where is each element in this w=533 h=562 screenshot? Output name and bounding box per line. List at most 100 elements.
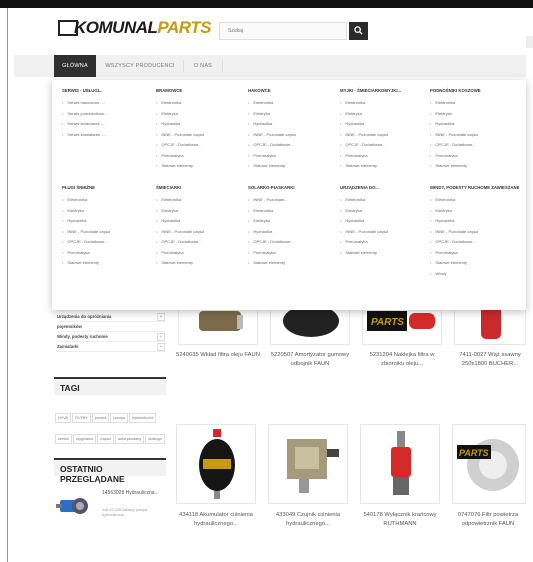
menu-column-title[interactable]: PODNOŚNIKI KOSZOWE [430, 88, 516, 94]
menu-column-title[interactable]: BRAMOWCE [156, 88, 242, 94]
menu-link[interactable]: • Hydraulika [156, 121, 242, 132]
menu-link[interactable]: • Serwis hakowców -... [62, 100, 148, 111]
menu-link[interactable]: • Stalowe elementy [430, 163, 516, 174]
tag-link[interactable]: HYVA [55, 413, 72, 423]
tag-link[interactable]: obsługa [145, 434, 165, 444]
menu-link[interactable]: • Windy [430, 271, 520, 282]
menu-link[interactable]: • Elektronika [62, 197, 148, 208]
product-image[interactable] [268, 424, 348, 504]
recent-item-title[interactable]: 14563028 Hydrauliczna... [102, 490, 159, 497]
menu-link[interactable]: • Elektryka [62, 208, 148, 219]
menu-link[interactable]: • INNE - Pozostałe części [62, 229, 148, 240]
search-input[interactable] [219, 22, 347, 40]
product-caption[interactable]: 434118 Akumulator ciśnienia hydrauliczne… [174, 511, 258, 528]
menu-link[interactable]: • Stalowe elementy [340, 250, 426, 261]
menu-link[interactable]: • INNE - Pozostałe części [248, 132, 334, 143]
nav-home[interactable]: GŁÓWNA [54, 55, 96, 77]
menu-column-title[interactable]: SOLARKO-PIASKARKI [248, 185, 334, 191]
product-caption[interactable]: 5240635 Wkład filtra oleju FAUN [176, 351, 260, 360]
product-caption[interactable]: 7411-0027 Wąż ssawny 250x1800 BUCHER... [448, 351, 532, 368]
menu-link[interactable]: • OPCJE - Dodatkowe... [62, 239, 148, 250]
tag-link[interactable]: hydrauliczna [129, 413, 157, 423]
menu-link[interactable]: • Elektronika [340, 197, 426, 208]
menu-link[interactable]: • Elektronika [430, 197, 520, 208]
menu-link[interactable]: • INNE - Pozostałe części [340, 132, 426, 143]
menu-link[interactable]: • INNE - Pozostałe części [156, 229, 242, 240]
menu-link[interactable]: • Elektryka [156, 111, 242, 122]
tag-link[interactable]: serwis [55, 434, 72, 444]
menu-link[interactable]: • INNE - Pozostałe części [430, 229, 520, 240]
menu-link[interactable]: • Stalowe elementy [340, 163, 426, 174]
menu-link[interactable]: • Serwis podnośników... [62, 111, 148, 122]
menu-link[interactable]: • Hydraulika [248, 229, 334, 240]
menu-column-title[interactable]: ŚMIECIARKI [156, 185, 242, 191]
recent-item[interactable]: 14563028 Hydrauliczna... 146 63 028 Zabe… [56, 488, 166, 528]
menu-link[interactable]: • OPCJE - Dodatkowe... [340, 142, 426, 153]
product-image[interactable] [176, 424, 256, 504]
menu-link[interactable]: • Serwis zamiatarek -... [62, 132, 148, 143]
product-image[interactable]: PARTS [452, 424, 526, 504]
menu-link[interactable]: • Pneumatyka [156, 250, 242, 261]
menu-link[interactable]: • Stalowe elementy [156, 260, 242, 271]
menu-link[interactable]: • Serwis śmieciarek -... [62, 121, 148, 132]
product-caption[interactable]: 5231204 Naklejka filtra w zbiorniku olej… [360, 351, 444, 368]
expand-icon[interactable]: + [157, 343, 165, 351]
menu-column-title[interactable]: HAKOWCE [248, 88, 334, 94]
menu-link[interactable]: • Pneumatyka [62, 250, 148, 261]
menu-link[interactable]: • Pneumatyka [430, 250, 520, 261]
search-button[interactable] [349, 22, 368, 40]
menu-link[interactable]: • OPCJE - Dodatkowe... [156, 239, 242, 250]
menu-link[interactable]: • Hydraulika [430, 121, 516, 132]
menu-link[interactable]: • Hydraulika [340, 121, 426, 132]
menu-link[interactable]: • Elektryka [248, 111, 334, 122]
sidebar-category[interactable]: Windy, podesty ruchome + [57, 332, 165, 342]
tag-link[interactable]: FILTRY [72, 413, 91, 423]
menu-link[interactable]: • Elektryka [430, 208, 520, 219]
menu-link[interactable]: • Elektronika [156, 100, 242, 111]
menu-link[interactable]: • Stalowe elementy [248, 163, 334, 174]
menu-column-title[interactable]: URZĄDZENIA DO... [340, 185, 426, 191]
menu-link[interactable]: • INNE - Pozostałe części [430, 132, 516, 143]
product-caption[interactable]: 5220507 Amortyzator gumowy odbojnik FAUN [268, 351, 352, 368]
menu-link[interactable]: • Pneumatyka [340, 153, 426, 164]
sidebar-category[interactable]: Zamiatarki + [57, 342, 165, 352]
menu-column-title[interactable]: WINDY, PODESTY RUCHOME ZAWIESZANE [430, 185, 520, 191]
menu-link[interactable]: • Pneumatyka [248, 153, 334, 164]
menu-link[interactable]: • Hydraulika [248, 121, 334, 132]
menu-link[interactable]: • Stalowe elementy [156, 163, 242, 174]
menu-column-title[interactable]: SERWIS - USŁUGI... [62, 88, 148, 94]
menu-link[interactable]: • OPCJE - Dodatkowe... [156, 142, 242, 153]
tag-link[interactable]: pompa [110, 413, 129, 423]
menu-link[interactable]: • Elektryka [340, 208, 426, 219]
menu-link[interactable]: • Pneumatyka [430, 153, 516, 164]
menu-link[interactable]: • OPCJE - Dodatkowe... [430, 142, 516, 153]
tag-link[interactable]: części [97, 434, 114, 444]
menu-column-title[interactable]: PŁUGI ŚNIEŻNE [62, 185, 148, 191]
menu-link[interactable]: • OPCJE - Dodatkowe... [248, 239, 334, 250]
menu-link[interactable]: • Elektronika [156, 197, 242, 208]
menu-link[interactable]: • Elektronika [340, 100, 426, 111]
product-caption[interactable]: 433049 Czujnik ciśnienia hydraulicznego.… [266, 511, 350, 528]
product-caption[interactable]: 0747076 Filtr powietrza odpowietrznik FA… [446, 511, 530, 528]
menu-link[interactable]: • Elektryka [340, 111, 426, 122]
tag-link[interactable]: pompa [91, 413, 110, 423]
menu-link[interactable]: • Stalowe elementy [62, 260, 148, 271]
menu-link[interactable]: • Pneumatyka [248, 250, 334, 261]
menu-link[interactable]: • Elektryka [156, 208, 242, 219]
menu-link[interactable]: • Elektronika [248, 100, 334, 111]
menu-link[interactable]: • Pneumatyka [156, 153, 242, 164]
menu-link[interactable]: • Hydraulika [340, 218, 426, 229]
menu-link[interactable]: • INNE - Pozostałe części [156, 132, 242, 143]
menu-link[interactable]: • INNE - Pozostałe części [340, 229, 426, 240]
menu-link[interactable]: • Stalowe elementy [430, 260, 520, 271]
menu-link[interactable]: • Hydraulika [430, 218, 520, 229]
menu-link[interactable]: • Elektryka [248, 218, 334, 229]
menu-link[interactable]: • INNE - Pozostałe... [248, 197, 334, 208]
menu-link[interactable]: • Elektronika [430, 100, 516, 111]
sidebar-category[interactable]: pojemników [57, 322, 165, 332]
menu-link[interactable]: • Elektryka [430, 111, 516, 122]
menu-link[interactable]: • Elektronika [248, 208, 334, 219]
sidebar-category[interactable]: Urządzenia do opróżniania + [57, 312, 165, 322]
site-logo[interactable]: KOMUNALPARTS [58, 18, 211, 46]
expand-icon[interactable]: + [157, 313, 165, 321]
